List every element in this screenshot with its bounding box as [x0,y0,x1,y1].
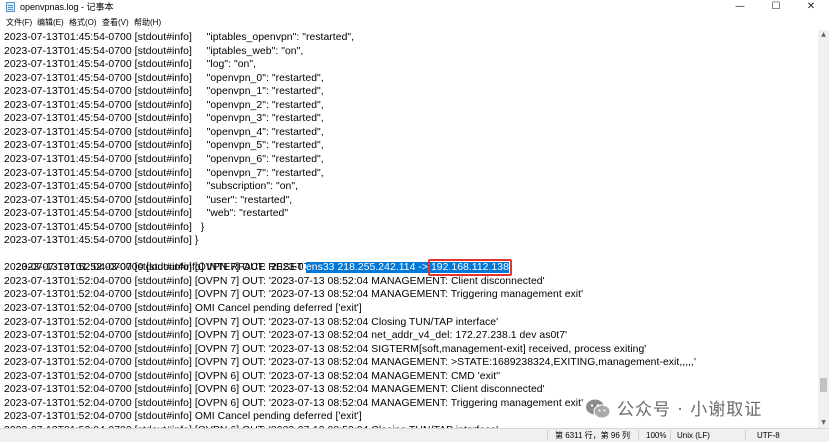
log-line: 2023-07-13T01:52:04-0700 [stdout#info] [… [4,397,584,409]
menu-file[interactable]: 文件(F) [6,16,32,29]
log-line: 2023-07-13T01:45:54-0700 [stdout#info] "… [4,113,324,125]
cursor-position: 第 6311 行，第 96 列 [555,431,630,440]
log-line: 2023-07-13T01:45:54-0700 [stdout#info] } [4,221,205,233]
log-line: 2023-07-13T01:52:04-0700 [stdout#info] [… [4,343,647,355]
log-line: 2023-07-13T01:52:04-0700 [stdout#info] O… [4,303,362,314]
menu-help[interactable]: 帮助(H) [134,16,161,29]
log-line: 2023-07-13T01:45:54-0700 [stdout#info] "… [4,72,324,84]
log-line: 2023-07-13T01:45:54-0700 [stdout#info] "… [4,194,293,206]
log-line: 2023-07-13T01:45:54-0700 [stdout#info] } [4,235,199,247]
menu-format[interactable]: 格式(O) [69,16,97,29]
log-line: 2023-07-13T01:45:54-0700 [stdout#info] "… [4,45,304,57]
scrollbar-thumb[interactable] [820,378,827,392]
line-ending: Unix (LF) [677,431,710,440]
log-line: 2023-07-13T01:45:54-0700 [stdout#info] "… [4,59,257,71]
log-line: 2023-07-13T01:45:54-0700 [stdout#info] "… [4,208,289,220]
log-line: 2023-07-13T01:52:04-0700 [stdout#info] [… [4,357,697,369]
red-annotation-box [427,259,512,277]
window-title: openvpnas.log - 记事本 [20,2,114,12]
log-line: 2023-07-13T01:52:04-0700 [stdout#info] [… [4,289,584,301]
encoding: UTF-8 [757,431,780,440]
log-line: 2023-07-13T01:45:54-0700 [stdout#info] "… [4,99,324,111]
vertical-scrollbar[interactable]: ▲ ▼ [818,30,829,428]
text-editor-area[interactable]: 2023-07-13T01:45:54-0700 [stdout#info] "… [0,30,818,428]
log-line: 2023-07-13T01:45:54-0700 [stdout#info] "… [4,32,355,43]
maximize-button[interactable]: ☐ [758,0,794,14]
menu-bar: 文件(F) 编辑(E) 格式(O) 查看(V) 帮助(H) [0,16,829,29]
log-line: 2023-07-13T01:45:54-0700 [stdout#info] "… [4,167,324,179]
log-line-prefix: 2023-07-13T01:52:03-0700 [stdout#info] I… [15,262,306,274]
scroll-up-arrow-icon[interactable]: ▲ [818,30,829,40]
title-bar: openvpnas.log - 记事本 — ☐ ✕ [0,0,829,14]
log-line: 2023-07-13T01:45:54-0700 [stdout#info] "… [4,140,324,152]
log-line: 2023-07-13T01:45:54-0700 [stdout#info] "… [4,126,324,138]
notepad-icon [6,2,15,12]
menu-view[interactable]: 查看(V) [102,16,129,29]
menu-edit[interactable]: 编辑(E) [37,16,64,29]
log-line: 2023-07-13T01:45:54-0700 [stdout#info] "… [4,86,324,98]
log-line: 2023-07-13T01:52:04-0700 [stdout#info] [… [4,316,499,328]
log-line: 2023-07-13T01:52:04-0700 [stdout#info] [… [4,370,501,382]
minimize-button[interactable]: — [722,0,758,14]
log-line: 2023-07-13T01:45:54-0700 [stdout#info] "… [4,181,299,193]
scroll-down-arrow-icon[interactable]: ▼ [818,418,829,428]
log-line: 2023-07-13T01:52:04-0700 [stdout#info] O… [4,411,362,423]
watermark-text: 公众号 · 小谢取证 [617,400,763,420]
zoom-level: 100% [646,431,667,440]
close-button[interactable]: ✕ [793,0,829,14]
watermark: 公众号 · 小谢取证 [585,395,810,425]
log-line: 2023-07-13T01:45:54-0700 [stdout#info] "… [4,153,324,165]
log-line: 2023-07-13T01:52:04-0700 [stdout#info] [… [4,384,545,396]
wechat-icon [586,399,611,419]
status-bar: 第 6311 行，第 96 列 100% Unix (LF) UTF-8 [0,428,829,442]
log-line: 2023-07-13T01:52:04-0700 [stdout#info] [… [4,330,568,342]
selected-text: ens33 218.255.242.114 -> [305,262,431,274]
